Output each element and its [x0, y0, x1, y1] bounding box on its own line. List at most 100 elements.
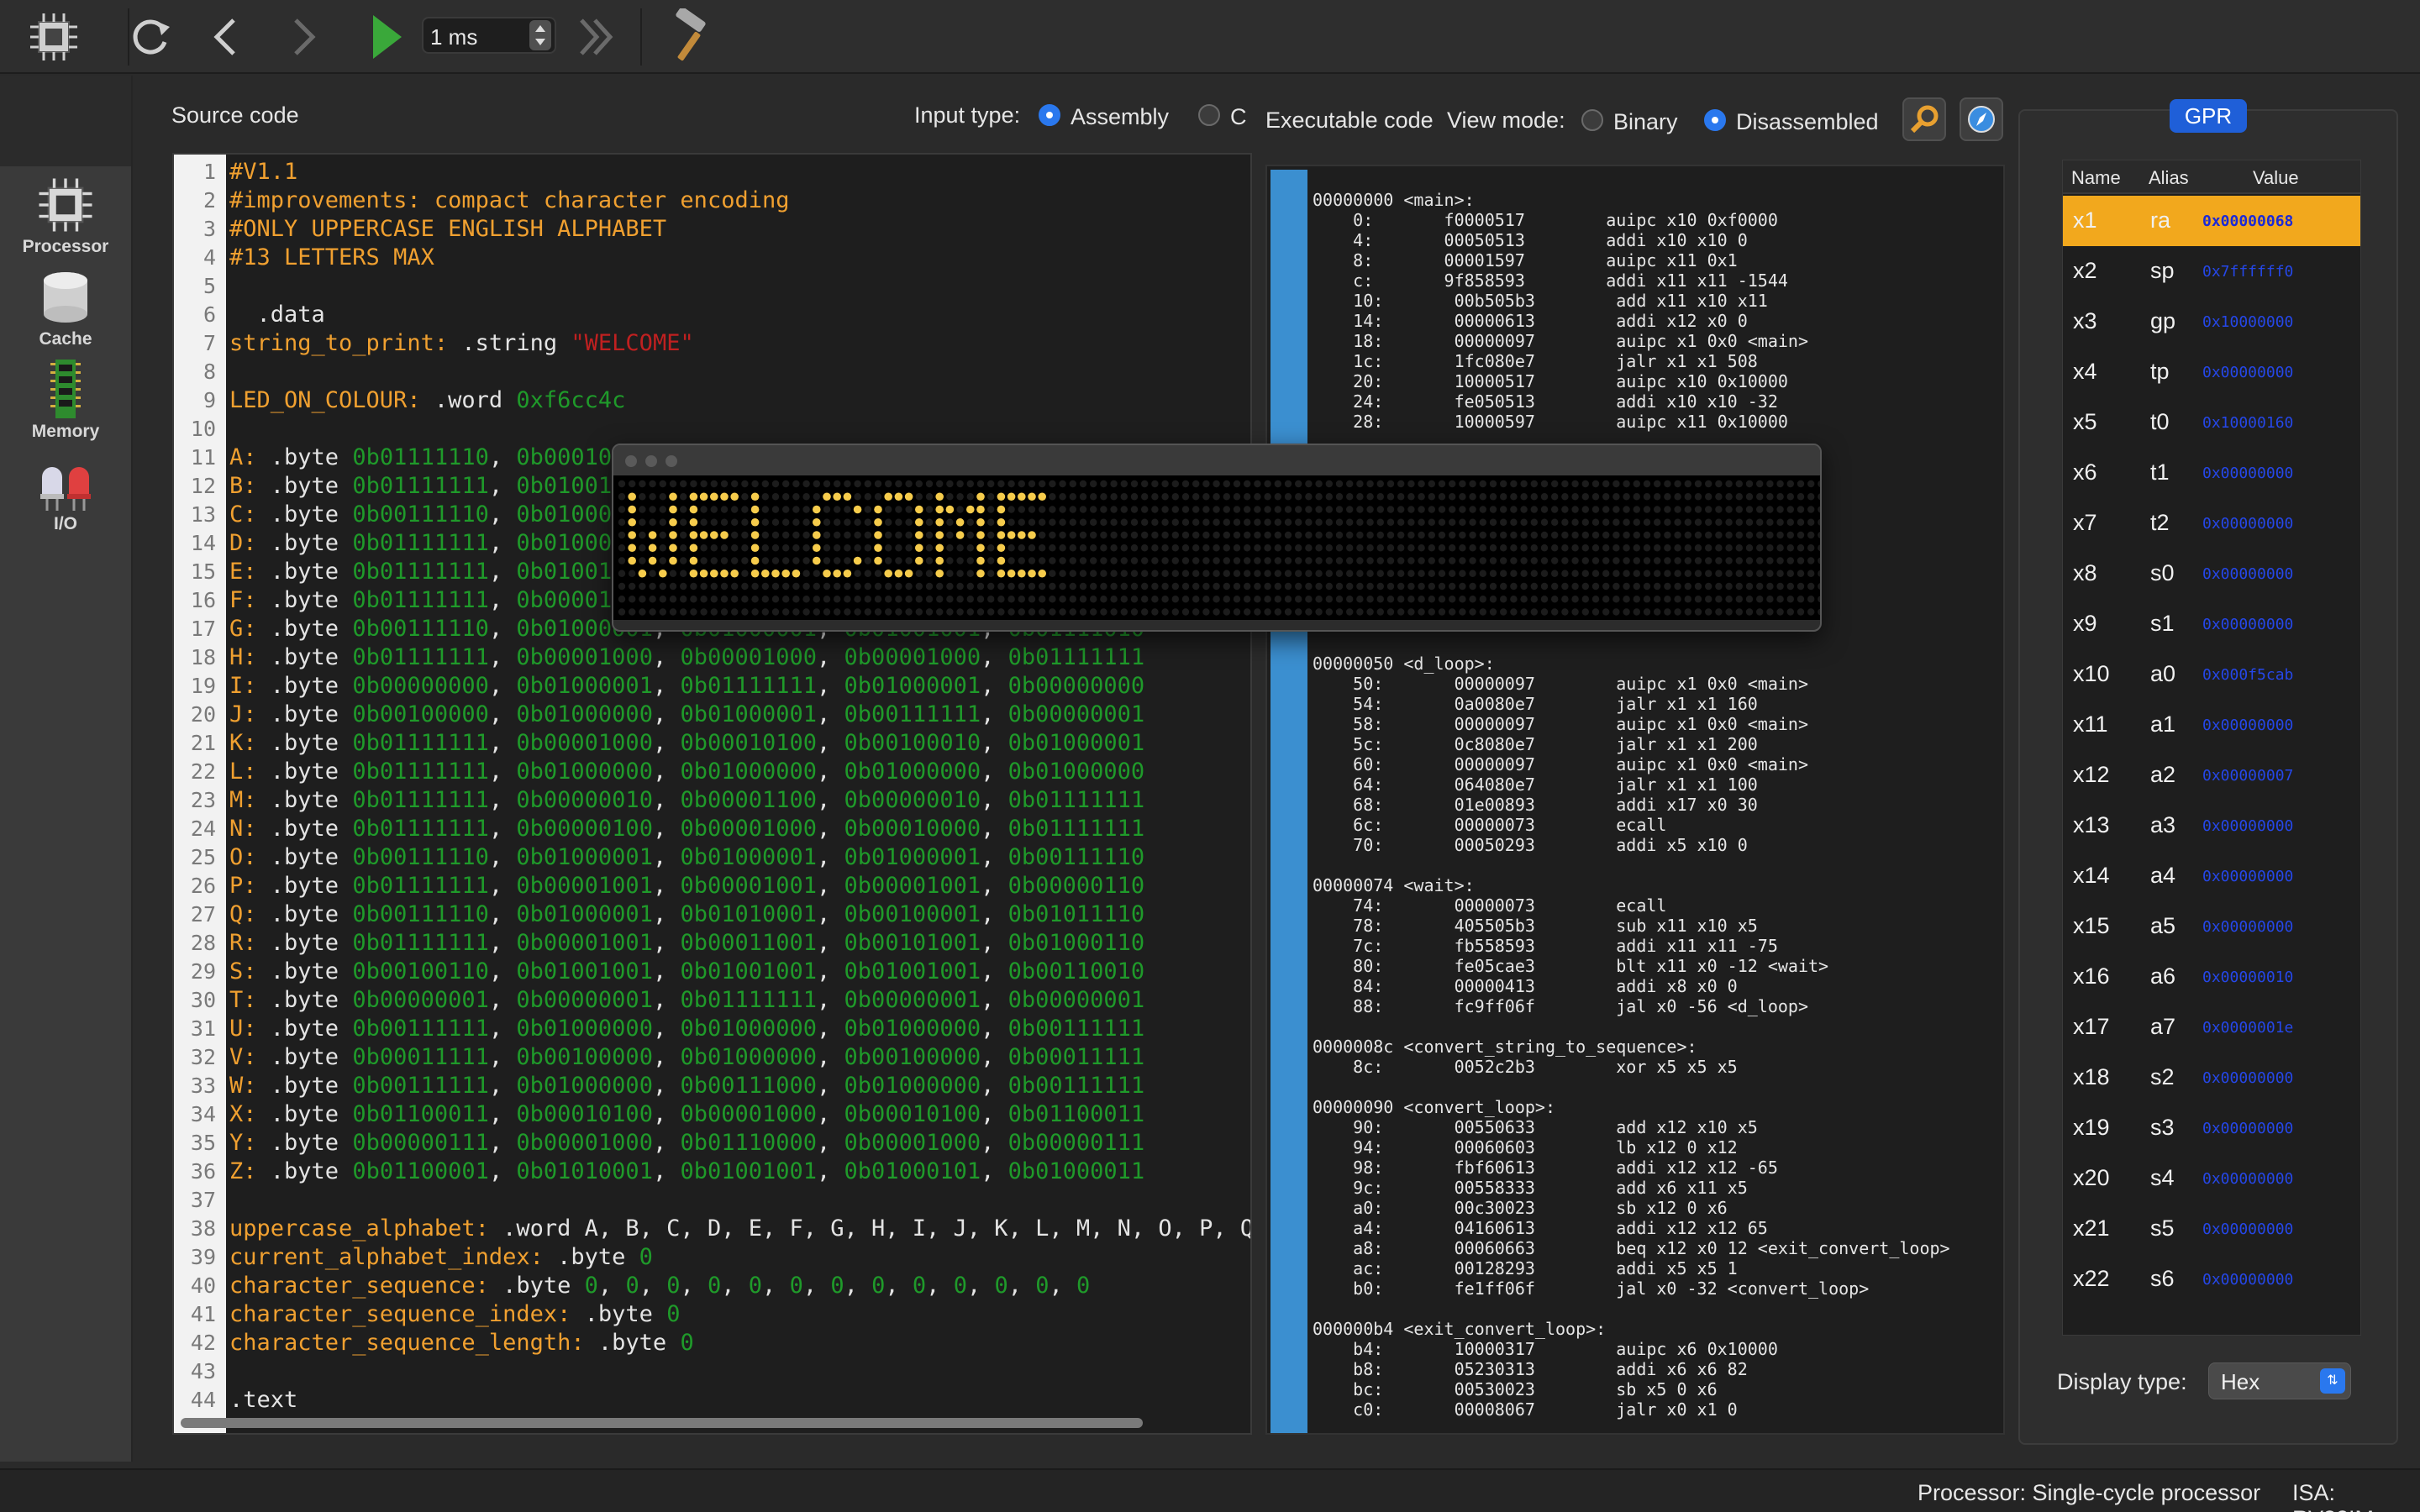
search-button[interactable]	[1902, 97, 1946, 141]
code-token: .byte	[256, 616, 353, 642]
led-on	[689, 505, 698, 514]
view-mode-disassembled-radio[interactable]	[1704, 109, 1726, 131]
register-value[interactable]: 0x00000000	[2202, 1271, 2293, 1289]
register-row-x8[interactable]: x8 s0 0x00000000	[2063, 549, 2360, 599]
register-row-x14[interactable]: x14 a4 0x00000000	[2063, 851, 2360, 901]
sidenav-item-cache[interactable]: Cache	[0, 262, 131, 354]
register-value[interactable]: 0x00000000	[2202, 616, 2293, 633]
register-value[interactable]: 0x000f5cab	[2202, 666, 2293, 684]
tab-gpr[interactable]: GPR	[2170, 99, 2247, 133]
led-off	[771, 493, 780, 501]
register-value[interactable]: 0x00000000	[2202, 565, 2293, 583]
window-zoom-button[interactable]	[666, 455, 677, 467]
register-row-x6[interactable]: x6 t1 0x00000000	[2063, 448, 2360, 498]
register-row-x17[interactable]: x17 a7 0x0000001e	[2063, 1002, 2360, 1053]
register-value[interactable]: 0x10000000	[2202, 313, 2293, 331]
disassembly-line: 00000074 <wait>:	[1313, 875, 1475, 895]
view-mode-disassembled-label[interactable]: Disassembled	[1736, 109, 1879, 135]
register-table[interactable]: Name Alias Value x1 ra 0x00000068 x2 sp 0x7ff…	[2062, 160, 2361, 1336]
register-row-x22[interactable]: x22 s6 0x00000000	[2063, 1254, 2360, 1305]
led-off	[976, 596, 985, 603]
sidenav-item-io[interactable]: I/O	[0, 447, 131, 539]
register-alias: a5	[2150, 913, 2176, 938]
led-matrix-window[interactable]	[612, 444, 1822, 632]
register-row-x5[interactable]: x5 t0 0x10000160	[2063, 397, 2360, 448]
led-off	[966, 493, 974, 501]
source-code-text[interactable]: #V1.1 #improvements: compact character en…	[229, 158, 1250, 1415]
sidenav-item-processor[interactable]: Processor	[0, 170, 131, 262]
follow-pc-button[interactable]	[1960, 97, 2003, 141]
register-row-x18[interactable]: x18 s2 0x00000000	[2063, 1053, 2360, 1103]
register-value[interactable]: 0x00000007	[2202, 767, 2293, 785]
build-button[interactable]	[657, 5, 721, 69]
display-type-select[interactable]: Hex ⇅	[2208, 1362, 2351, 1399]
fast-forward-button[interactable]	[565, 5, 629, 69]
spin-arrows-icon[interactable]	[529, 20, 551, 50]
register-value[interactable]: 0x00000068	[2202, 213, 2293, 230]
led-window-titlebar[interactable]	[613, 445, 1820, 475]
register-row-x1[interactable]: x1 ra 0x00000068	[2063, 196, 2360, 246]
register-value[interactable]: 0x00000000	[2202, 465, 2293, 482]
processor-icon	[30, 13, 77, 60]
register-row-x12[interactable]: x12 a2 0x00000007	[2063, 750, 2360, 801]
register-row-x15[interactable]: x15 a5 0x00000000	[2063, 901, 2360, 952]
input-type-assembly-label[interactable]: Assembly	[1071, 104, 1169, 130]
register-row-x13[interactable]: x13 a3 0x00000000	[2063, 801, 2360, 851]
register-row-x9[interactable]: x9 s1 0x00000000	[2063, 599, 2360, 649]
editor-horizontal-scrollbar[interactable]	[181, 1418, 1143, 1428]
led-off	[1325, 493, 1333, 501]
register-row-x2[interactable]: x2 sp 0x7ffffff0	[2063, 246, 2360, 297]
window-close-button[interactable]	[625, 455, 637, 467]
register-value[interactable]: 0x00000000	[2202, 868, 2293, 885]
register-alias: t0	[2150, 409, 2170, 434]
register-value[interactable]: 0x00000000	[2202, 364, 2293, 381]
register-alias: a6	[2150, 963, 2176, 989]
input-type-c-radio[interactable]	[1198, 104, 1220, 126]
register-value[interactable]: 0x0000001e	[2202, 1019, 2293, 1037]
register-row-x21[interactable]: x21 s5 0x00000000	[2063, 1204, 2360, 1254]
register-row-x7[interactable]: x7 t2 0x00000000	[2063, 498, 2360, 549]
step-forward-button[interactable]	[271, 5, 334, 69]
processor-select-button[interactable]	[22, 5, 86, 69]
register-value[interactable]: 0x00000000	[2202, 1120, 2293, 1137]
reset-button[interactable]	[118, 5, 182, 69]
register-value[interactable]: 0x00000000	[2202, 1221, 2293, 1238]
led-off	[1705, 544, 1712, 552]
led-off	[1407, 531, 1415, 539]
code-token: ,	[981, 930, 1008, 956]
register-value[interactable]: 0x00000000	[2202, 1170, 2293, 1188]
execution-delay-stepper[interactable]: 1 ms	[422, 17, 556, 54]
register-name: x20	[2073, 1165, 2110, 1190]
led-off	[1715, 518, 1723, 526]
register-value[interactable]: 0x00000000	[2202, 1069, 2293, 1087]
register-value[interactable]: 0x7ffffff0	[2202, 263, 2293, 281]
register-row-x19[interactable]: x19 s3 0x00000000	[2063, 1103, 2360, 1153]
input-type-c-label[interactable]: C	[1230, 104, 1247, 130]
register-row-x20[interactable]: x20 s4 0x00000000	[2063, 1153, 2360, 1204]
register-value[interactable]: 0x10000160	[2202, 414, 2293, 432]
code-token: ,	[652, 816, 681, 842]
register-row-x4[interactable]: x4 tp 0x00000000	[2063, 347, 2360, 397]
register-value[interactable]: 0x00000000	[2202, 515, 2293, 533]
step-back-button[interactable]	[195, 5, 259, 69]
view-mode-binary-radio[interactable]	[1581, 109, 1603, 131]
input-type-assembly-radio[interactable]	[1039, 104, 1060, 126]
run-button[interactable]	[353, 5, 417, 69]
window-minimize-button[interactable]	[645, 455, 657, 467]
register-row-x11[interactable]: x11 a1 0x00000000	[2063, 700, 2360, 750]
led-off	[885, 557, 892, 564]
executable-code-view[interactable]: 00000000 <main>: 0: f0000517 auipc x10 0…	[1265, 165, 2005, 1435]
register-value[interactable]: 0x00000000	[2202, 717, 2293, 734]
register-row-x10[interactable]: x10 a0 0x000f5cab	[2063, 649, 2360, 700]
register-value[interactable]: 0x00000010	[2202, 969, 2293, 986]
register-value[interactable]: 0x00000000	[2202, 918, 2293, 936]
view-mode-binary-label[interactable]: Binary	[1613, 109, 1678, 135]
register-row-x16[interactable]: x16 a6 0x00000010	[2063, 952, 2360, 1002]
source-code-editor[interactable]: 1 2 3 4 5 6 7 8 9 10 11 12 13 14 15 16 17 18 19 20 21 22 23 24 2…	[172, 153, 1252, 1435]
sidenav-item-memory[interactable]: Memory	[0, 354, 131, 447]
led-off	[1223, 480, 1230, 488]
led-off	[915, 596, 923, 603]
register-row-x3[interactable]: x3 gp 0x10000000	[2063, 297, 2360, 347]
register-value[interactable]: 0x00000000	[2202, 817, 2293, 835]
breakpoint-gutter[interactable]	[1270, 170, 1307, 1433]
